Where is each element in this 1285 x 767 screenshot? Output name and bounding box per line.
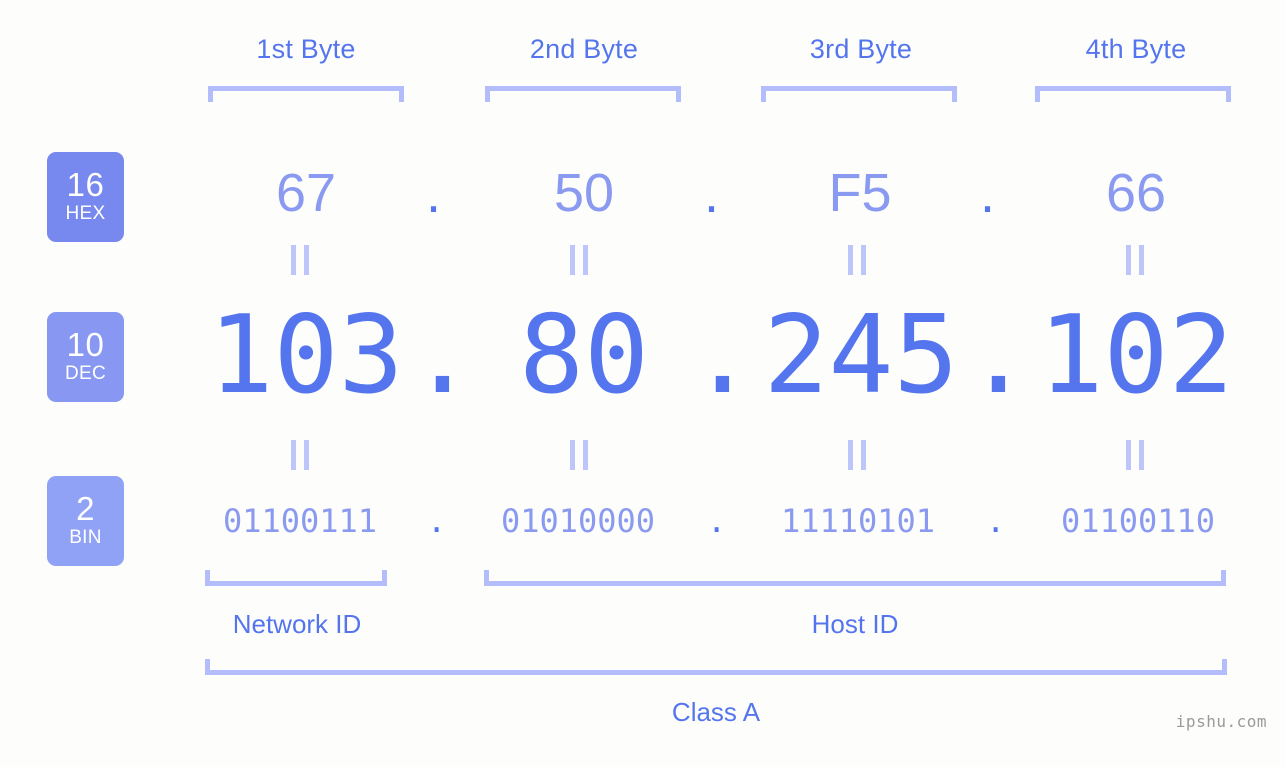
dec-byte-2: 80 [518, 293, 650, 418]
network-id-bracket [205, 570, 387, 586]
byte-bracket-2 [485, 86, 681, 102]
badge-hex-base: 16 [66, 166, 105, 203]
bin-separator-3: . [986, 502, 1006, 540]
hex-separator-1: . [426, 164, 442, 224]
byte-bracket-3 [761, 86, 957, 102]
equals-sign-hex-dec-3 [848, 245, 866, 275]
bin-separator-2: . [707, 502, 727, 540]
bin-row: 01100111 . 01010000 . 11110101 . 0110011… [0, 497, 1285, 545]
equals-sign-hex-dec-2 [570, 245, 588, 275]
dec-row: 103 . 80 . 245 . 102 [0, 296, 1285, 416]
hex-row: 67 . 50 . F5 . 66 [150, 152, 1285, 234]
site-watermark: ipshu.com [1175, 712, 1267, 731]
hex-byte-4: 66 [1105, 163, 1167, 223]
byte-bracket-4 [1035, 86, 1231, 102]
byte-header-3: 3rd Byte [809, 34, 913, 64]
equals-sign-hex-dec-1 [291, 245, 309, 275]
equals-sign-dec-bin-2 [570, 440, 588, 470]
byte-header-1: 1st Byte [256, 34, 356, 64]
bin-byte-3: 11110101 [780, 502, 936, 540]
bin-byte-1: 01100111 [222, 502, 378, 540]
equals-sign-dec-bin-1 [291, 440, 309, 470]
dec-byte-1: 103 [208, 293, 404, 418]
class-bracket [205, 659, 1227, 675]
bin-byte-2: 01010000 [500, 502, 656, 540]
class-label: Class A [671, 697, 761, 727]
dec-separator-1: . [410, 293, 476, 418]
byte-bracket-1 [208, 86, 404, 102]
bin-byte-4: 01100110 [1060, 502, 1216, 540]
hex-separator-3: . [980, 164, 996, 224]
ip-address-breakdown-diagram: 1st Byte 2nd Byte 3rd Byte 4th Byte 16 H… [0, 0, 1285, 767]
network-id-label: Network ID [232, 609, 362, 639]
badge-hex-label: HEX [65, 203, 106, 224]
badge-hex[interactable]: 16 HEX [47, 152, 124, 242]
dec-byte-3: 245 [763, 293, 959, 418]
hex-byte-2: 50 [553, 163, 615, 223]
host-id-label: Host ID [811, 609, 899, 639]
dec-byte-4: 102 [1038, 293, 1234, 418]
equals-sign-dec-bin-4 [1126, 440, 1144, 470]
bin-separator-1: . [427, 502, 447, 540]
host-id-bracket [484, 570, 1226, 586]
equals-sign-hex-dec-4 [1126, 245, 1144, 275]
hex-separator-2: . [704, 164, 720, 224]
hex-byte-3: F5 [828, 163, 892, 223]
equals-sign-dec-bin-3 [848, 440, 866, 470]
byte-header-4: 4th Byte [1085, 34, 1187, 64]
hex-byte-1: 67 [275, 163, 337, 223]
byte-header-2: 2nd Byte [529, 34, 639, 64]
